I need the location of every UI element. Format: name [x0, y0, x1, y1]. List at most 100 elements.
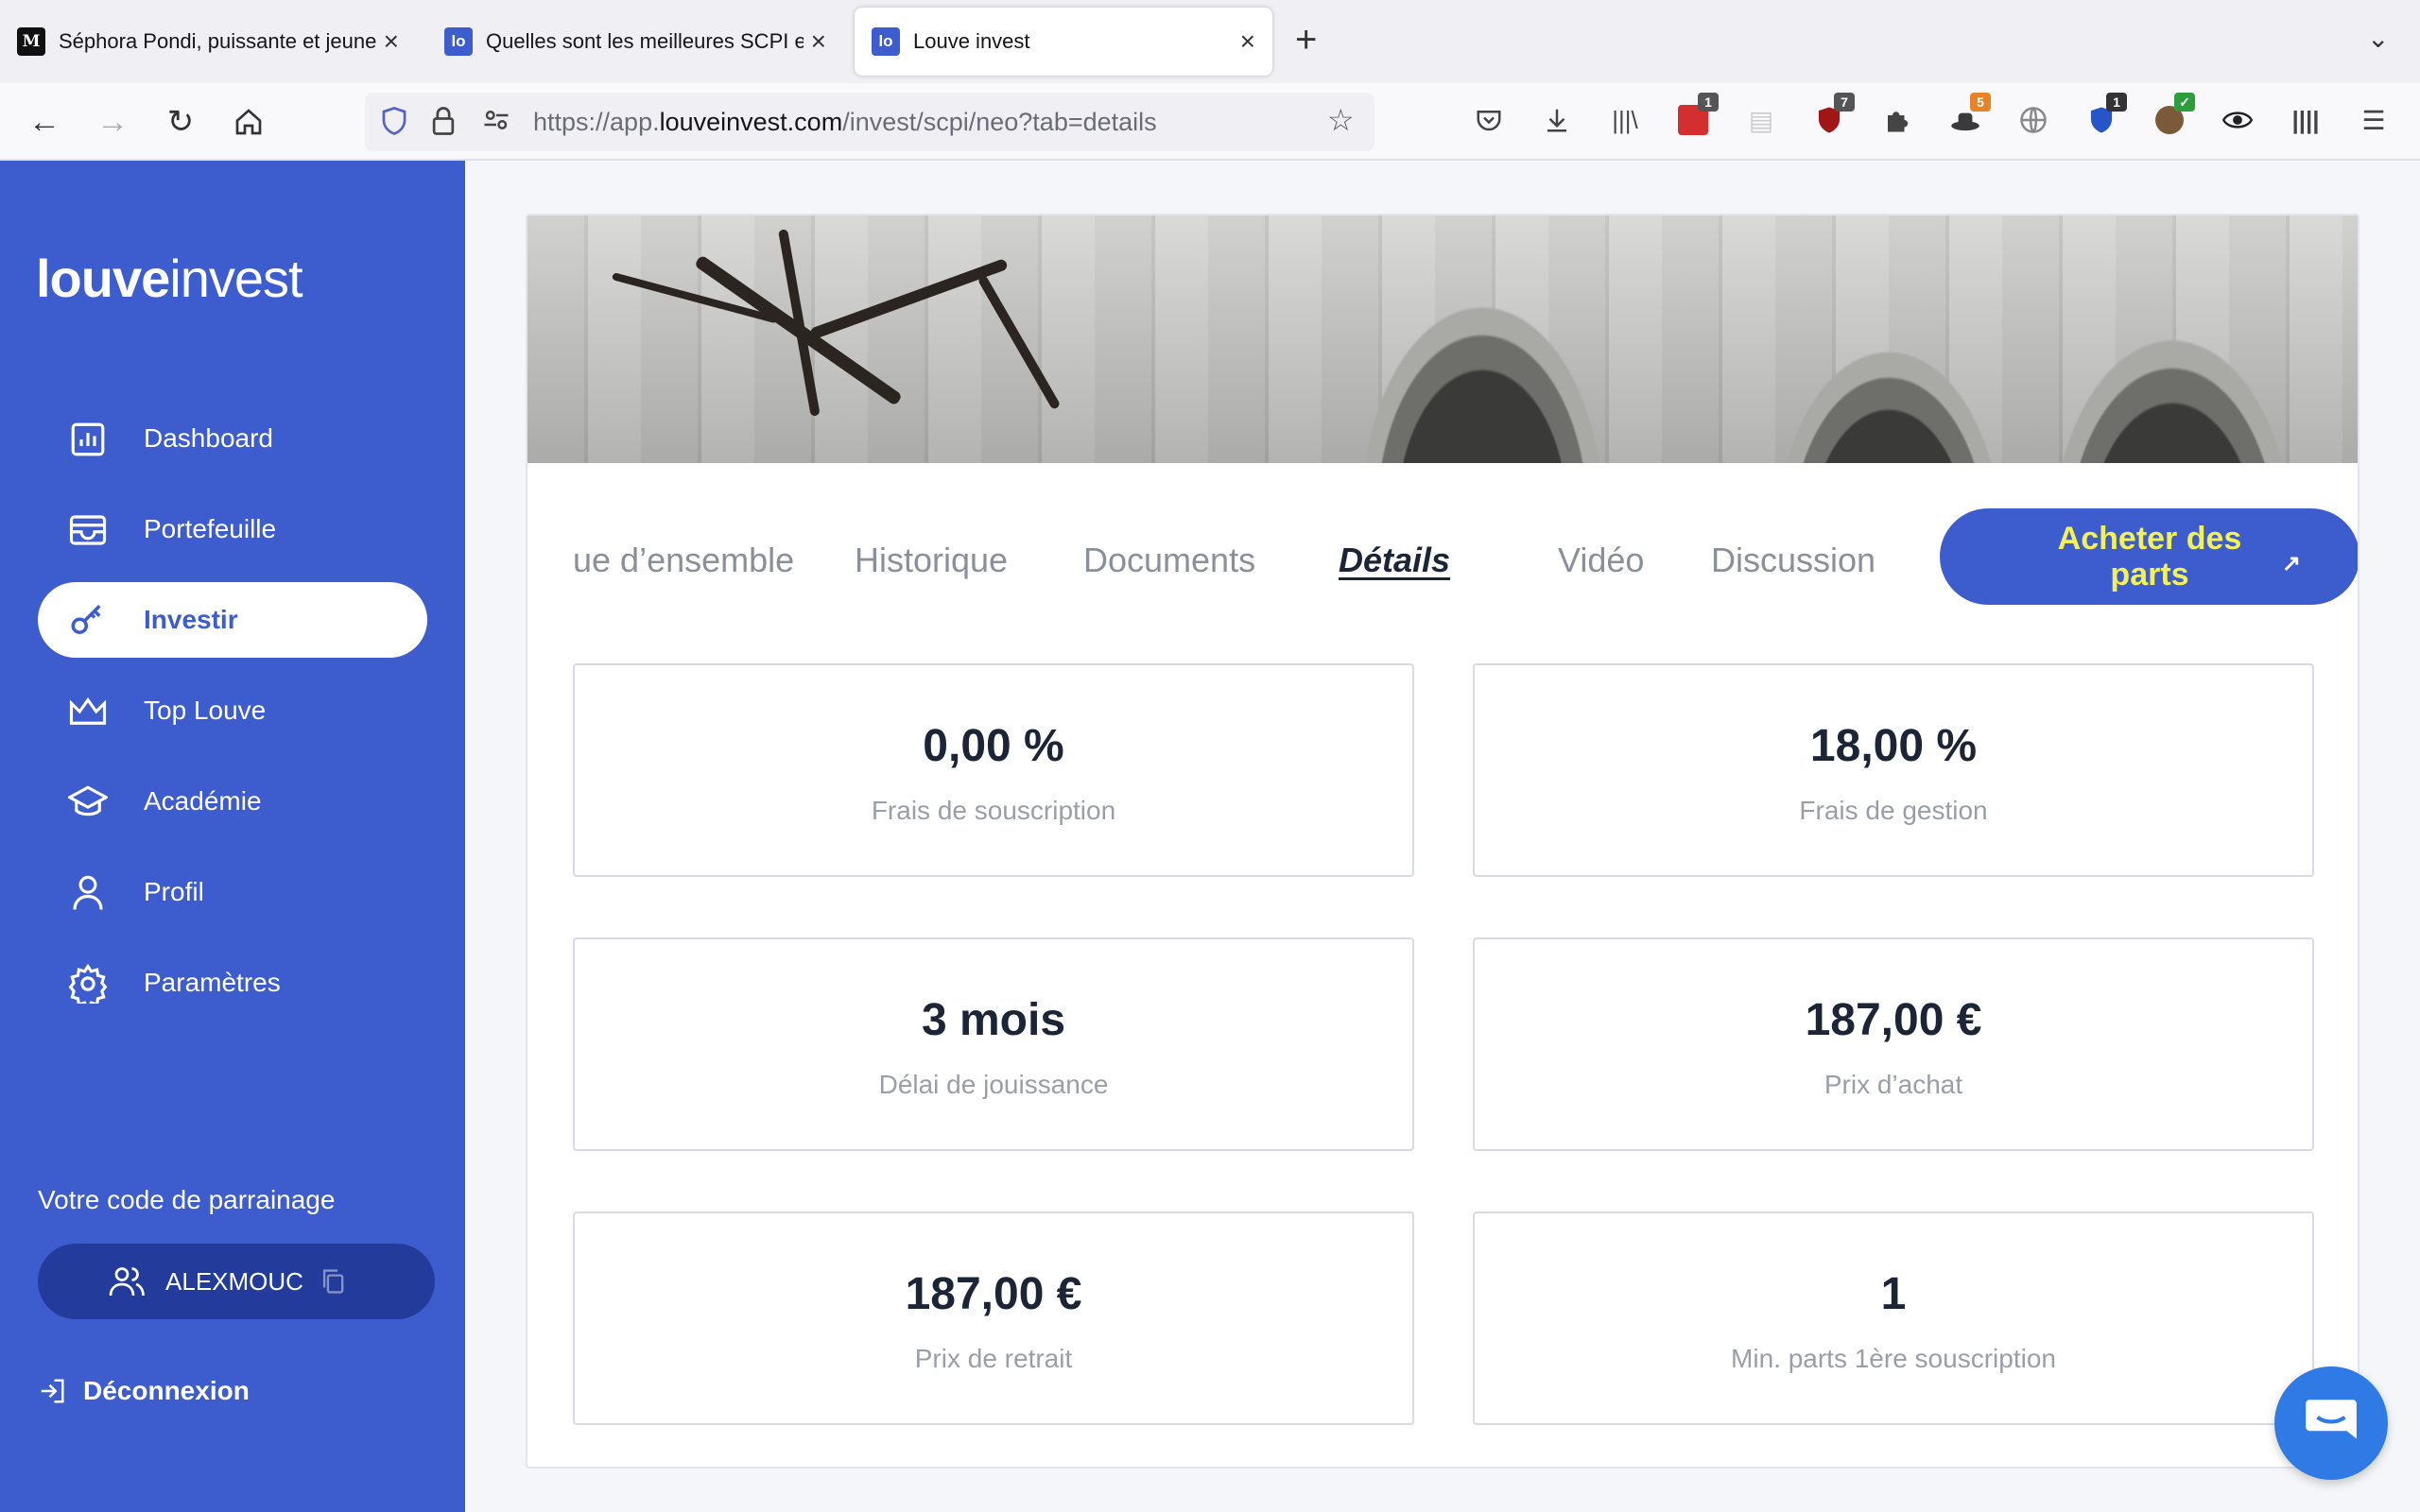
bookmark-star-icon[interactable]: ☆: [1327, 102, 1355, 138]
sidebar-item-academie[interactable]: Académie: [38, 764, 427, 839]
sidebar-item-label: Profil: [144, 877, 204, 906]
arrow-up-right-icon: ↗: [2281, 551, 2301, 576]
extensions-puzzle-icon[interactable]: [1879, 102, 1915, 138]
sidebar: louveinvest Dashboard Portefeuille Inves…: [0, 161, 465, 1512]
referral-code-label: Votre code de parrainage: [38, 1185, 336, 1214]
crown-icon: [69, 697, 107, 725]
chat-bubble-icon: [2306, 1400, 2357, 1439]
sidebar-item-label: Investir: [144, 605, 238, 634]
louve-invest-logo[interactable]: louveinvest: [36, 248, 303, 309]
browser-nav-bar: ← → ↻ https://app.louveinvest.com/invest…: [0, 83, 2420, 161]
extension-hat-icon[interactable]: 5: [1947, 93, 1991, 138]
tab-discussion[interactable]: Discussion: [1711, 541, 1876, 580]
stat-label: Frais de souscription: [871, 796, 1116, 825]
stat-delai-jouissance: 3 mois Délai de jouissance: [573, 937, 1414, 1151]
tab-historique[interactable]: Historique: [855, 541, 1008, 580]
browser-tab-bar: M Séphora Pondi, puissante et jeune × lo…: [0, 0, 2420, 83]
chart-icon: [71, 422, 105, 456]
back-icon[interactable]: ←: [23, 100, 66, 144]
lock-icon[interactable]: [431, 106, 456, 143]
stat-value: 1: [1880, 1269, 1907, 1319]
extension-todo-icon[interactable]: 1: [1675, 93, 1719, 138]
browser-tab-1[interactable]: M Séphora Pondi, puissante et jeune ×: [0, 8, 416, 76]
logout-button[interactable]: Déconnexion: [38, 1376, 250, 1406]
sidebar-item-profil[interactable]: Profil: [38, 854, 427, 930]
tab-details[interactable]: Détails: [1339, 541, 1450, 580]
stat-prix-achat: 187,00 € Prix d’achat: [1473, 937, 2314, 1151]
users-icon: [109, 1267, 145, 1297]
buy-shares-button[interactable]: Acheter des parts ↗: [1940, 508, 2358, 605]
close-tab-icon[interactable]: ×: [811, 26, 826, 57]
graduation-cap-icon: [68, 785, 108, 816]
extension-badge: ✓: [2174, 93, 2195, 112]
tab-video[interactable]: Vidéo: [1558, 541, 1644, 580]
logout-label: Déconnexion: [83, 1376, 250, 1405]
sidebar-item-portefeuille[interactable]: Portefeuille: [38, 491, 427, 567]
stat-label: Prix de retrait: [914, 1344, 1073, 1373]
stat-label: Frais de gestion: [1799, 796, 1988, 825]
extension-cookie-icon[interactable]: ✓: [2152, 93, 2195, 138]
wallet-icon: [69, 515, 107, 545]
app-menu-icon[interactable]: ☰: [2356, 102, 2392, 138]
stat-min-parts: 1 Min. parts 1ère souscription: [1473, 1211, 2314, 1425]
library-icon[interactable]: |||\: [1607, 102, 1643, 138]
url-bar[interactable]: https://app.louveinvest.com/invest/scpi/…: [365, 93, 1374, 151]
download-icon[interactable]: [1539, 102, 1575, 138]
sidebar-item-top-louve[interactable]: Top Louve: [38, 673, 427, 748]
url-text: https://app.louveinvest.com/invest/scpi/…: [533, 108, 1157, 137]
chat-launcher-button[interactable]: [2274, 1366, 2388, 1480]
sidebar-item-parametres[interactable]: Paramètres: [38, 945, 427, 1021]
gear-icon: [68, 964, 108, 1004]
sidebar-item-label: Académie: [144, 786, 262, 816]
extension-badge: 5: [1970, 93, 1991, 112]
buy-shares-label: Acheter des parts: [2057, 521, 2242, 593]
extension-printer-icon[interactable]: ▤: [1743, 102, 1779, 138]
ublock-icon[interactable]: 7: [1811, 93, 1855, 138]
bitwarden-icon[interactable]: 1: [2083, 93, 2127, 138]
louve-favicon-icon: lo: [444, 27, 473, 56]
extension-globe-icon[interactable]: [2015, 102, 2051, 138]
stat-value: 187,00 €: [905, 1269, 1082, 1319]
extension-bars-icon[interactable]: ||||: [2288, 102, 2324, 138]
stat-prix-retrait: 187,00 € Prix de retrait: [573, 1211, 1414, 1425]
scpi-banner-image: [527, 215, 2358, 463]
forward-icon[interactable]: →: [91, 100, 134, 144]
tab-vue-ensemble[interactable]: ue d’ensemble: [573, 541, 794, 580]
url-host: louveinvest.com: [659, 108, 843, 136]
referral-code-value: ALEXMOUC: [165, 1266, 303, 1296]
reload-icon[interactable]: ↻: [159, 100, 202, 144]
sidebar-item-dashboard[interactable]: Dashboard: [38, 401, 427, 476]
list-all-tabs-icon[interactable]: ⌄: [2367, 23, 2389, 54]
extension-badge: 1: [1698, 93, 1719, 112]
stat-value: 3 mois: [921, 995, 1066, 1045]
details-tabs: ue d’ensemble Historique Documents Détai…: [573, 508, 2358, 605]
browser-tab-2[interactable]: lo Quelles sont les meilleures SCPI en 2…: [427, 8, 843, 76]
tab-documents[interactable]: Documents: [1083, 541, 1255, 580]
stat-label: Min. parts 1ère souscription: [1731, 1344, 2056, 1373]
key-icon: [71, 605, 101, 634]
close-tab-icon[interactable]: ×: [1240, 26, 1255, 57]
sidebar-item-label: Top Louve: [144, 696, 267, 725]
browser-tab-title: Louve invest: [913, 29, 1030, 53]
logo-light-text: invest: [169, 249, 302, 308]
home-icon[interactable]: [227, 100, 270, 144]
stat-value: 187,00 €: [1805, 995, 1982, 1045]
stat-frais-gestion: 18,00 % Frais de gestion: [1473, 663, 2314, 877]
new-tab-button[interactable]: +: [1295, 21, 1317, 59]
stat-label: Délai de jouissance: [878, 1070, 1109, 1099]
stat-value: 18,00 %: [1809, 721, 1978, 771]
copy-icon[interactable]: [320, 1268, 345, 1295]
logout-icon: [41, 1379, 64, 1403]
pocket-icon[interactable]: [1471, 102, 1507, 138]
close-tab-icon[interactable]: ×: [384, 26, 399, 57]
sidebar-item-label: Paramètres: [144, 968, 281, 997]
referral-code-button[interactable]: ALEXMOUC: [38, 1244, 435, 1319]
tracking-protection-shield-icon[interactable]: [380, 106, 408, 143]
extension-eye-icon[interactable]: [2220, 102, 2256, 138]
permissions-icon[interactable]: [482, 106, 510, 141]
url-prefix: https://app.: [533, 108, 660, 136]
louve-favicon-icon: lo: [872, 27, 900, 56]
sidebar-item-investir[interactable]: Investir: [38, 582, 427, 658]
browser-tab-title: Quelles sont les meilleures SCPI en 2022: [486, 29, 804, 53]
browser-tab-3-active[interactable]: lo Louve invest ×: [855, 8, 1272, 76]
